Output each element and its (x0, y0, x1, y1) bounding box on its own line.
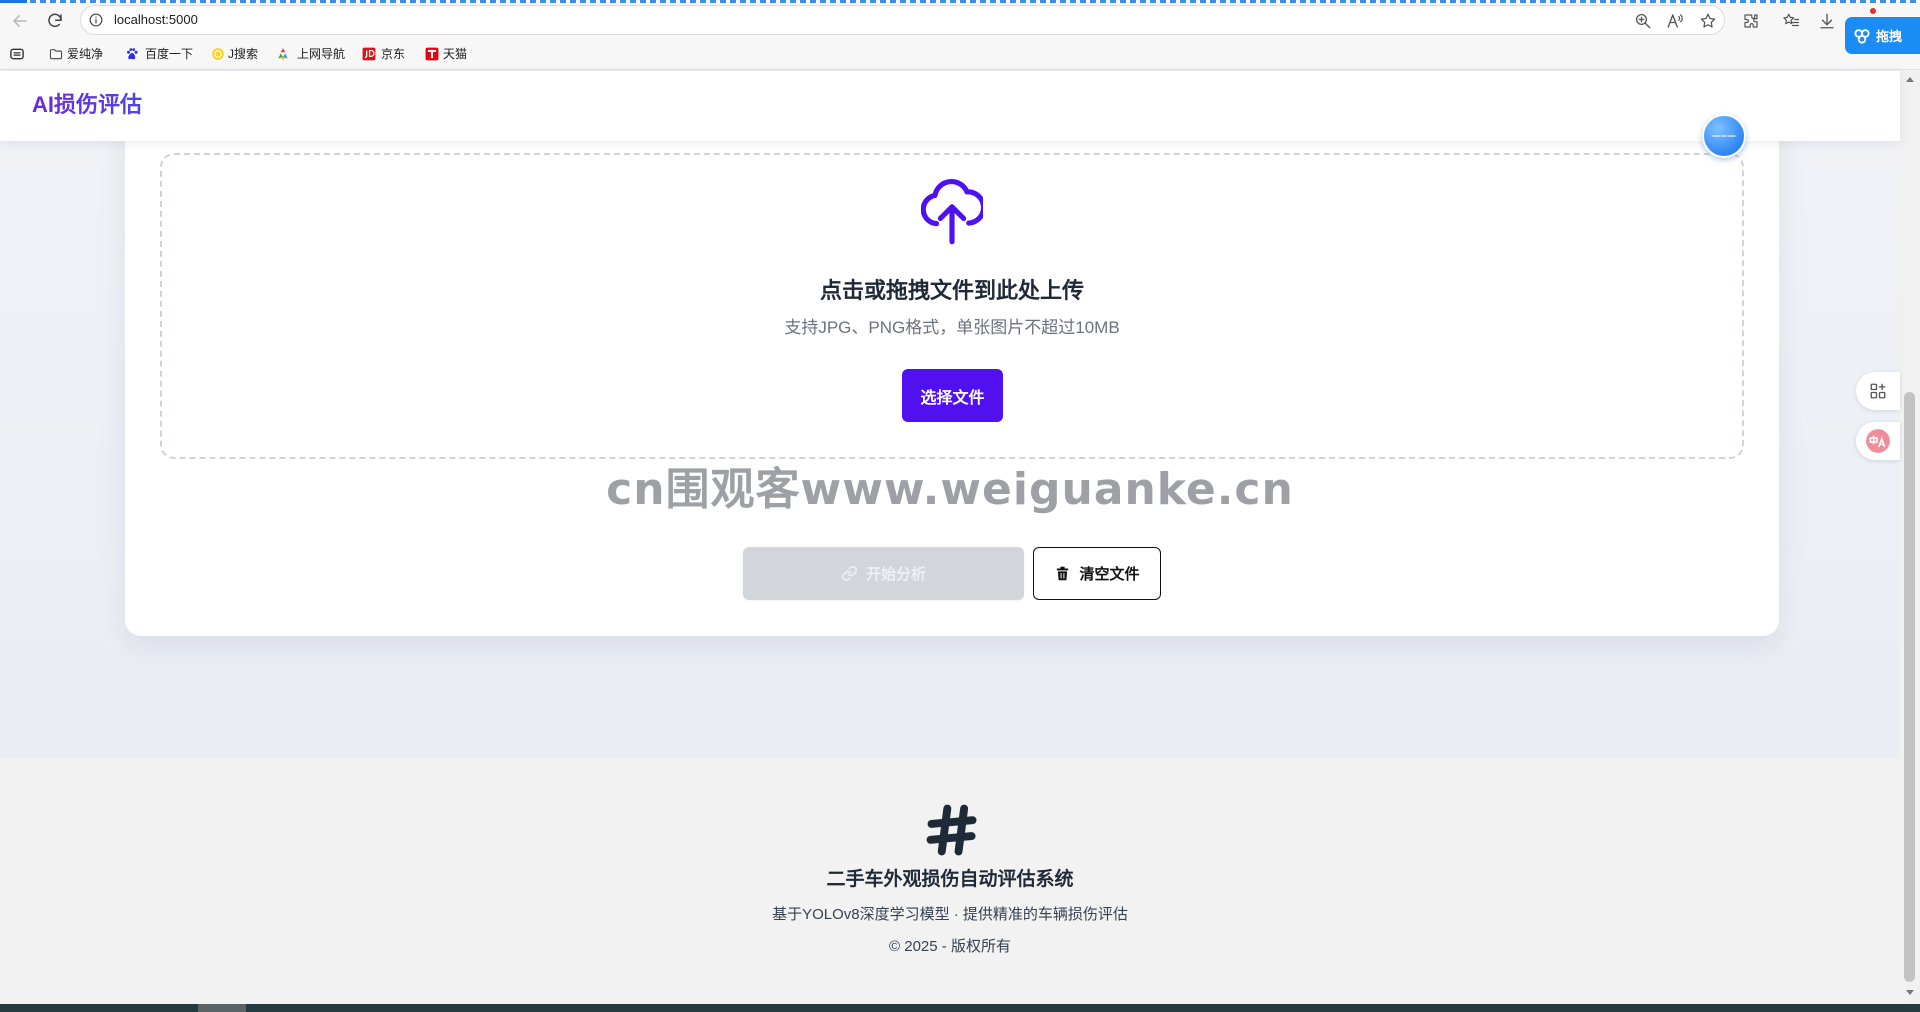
taskbar-indicator (198, 1004, 246, 1012)
favorite-star-icon[interactable] (1699, 12, 1717, 30)
footer-copyright: © 2025 - 版权所有 (889, 938, 1011, 955)
footer-subtitle: 基于YOLOv8深度学习模型 · 提供精准的车辆损伤评估 (772, 906, 1128, 923)
floating-assistant-ball[interactable] (1702, 114, 1746, 158)
jsearch-icon (212, 48, 224, 60)
scroll-down-arrow-icon[interactable] (1906, 988, 1914, 996)
url-text[interactable]: localhost:5000 (114, 12, 198, 28)
extensions-icon[interactable] (1742, 12, 1760, 30)
reading-list-icon[interactable] (10, 48, 24, 60)
translate-icon (1866, 429, 1890, 453)
bookmark-jd[interactable]: 京东 (381, 47, 405, 61)
clear-files-label: 清空文件 (1079, 566, 1140, 583)
trash-icon (1057, 566, 1069, 581)
baidu-paw-icon (126, 48, 138, 60)
app-title[interactable]: AI损伤评估 (32, 92, 142, 118)
site-info-icon[interactable] (89, 13, 103, 27)
bookmark-baidu[interactable]: 百度一下 (145, 47, 193, 61)
start-analysis-label: 开始分析 (865, 566, 926, 583)
bookmark-navigation[interactable]: 上网导航 (297, 47, 345, 61)
back-icon[interactable] (11, 12, 29, 30)
scroll-up-arrow-icon[interactable] (1906, 76, 1914, 84)
folder-icon (49, 49, 63, 60)
watermark-text: cn围观客www.weiguanke.cn (606, 464, 1294, 515)
scrollbar-thumb[interactable] (1904, 392, 1915, 982)
notification-dot (1870, 8, 1876, 14)
clear-files-button[interactable]: 清空文件 (1033, 547, 1161, 600)
download-icon[interactable] (1818, 12, 1836, 30)
drag-extension-button[interactable]: 拖拽 (1845, 17, 1920, 54)
select-file-button[interactable]: 选择文件 (902, 369, 1003, 422)
upload-title: 点击或拖拽文件到此处上传 (819, 278, 1084, 303)
link-icon (842, 566, 857, 581)
navigation-icon (278, 48, 288, 60)
upload-format-hint: 支持JPG、PNG格式，单张图片不超过10MB (784, 318, 1120, 337)
translate-widget-button[interactable] (1856, 422, 1900, 460)
tmall-icon (425, 47, 439, 61)
drag-extension-label: 拖拽 (1876, 29, 1903, 44)
netdisk-icon (1854, 28, 1870, 44)
assistant-dash-icon (1712, 135, 1736, 137)
bookmark-aichunjing[interactable]: 爱纯净 (67, 47, 103, 61)
bookmark-jsearch[interactable]: J搜索 (228, 47, 258, 61)
start-analysis-button[interactable]: 开始分析 (743, 547, 1024, 600)
address-bar[interactable] (80, 5, 1725, 35)
bookmark-tmall[interactable]: 天猫 (443, 47, 467, 61)
read-aloud-icon[interactable] (1666, 12, 1684, 30)
favorites-icon[interactable] (1782, 12, 1800, 30)
footer-title: 二手车外观损伤自动评估系统 (826, 869, 1074, 890)
hashtag-icon (926, 804, 977, 856)
page-loading-indicator (0, 0, 1920, 3)
page-loading-progress (0, 0, 27, 3)
app-header (0, 71, 1900, 141)
cloud-upload-icon (921, 178, 983, 245)
zoom-icon[interactable] (1634, 12, 1652, 30)
refresh-icon[interactable] (46, 12, 64, 30)
apps-widget-button[interactable] (1856, 372, 1900, 410)
jd-icon (362, 47, 376, 61)
apps-grid-icon (1870, 383, 1886, 399)
taskbar-strip (0, 1004, 1920, 1012)
